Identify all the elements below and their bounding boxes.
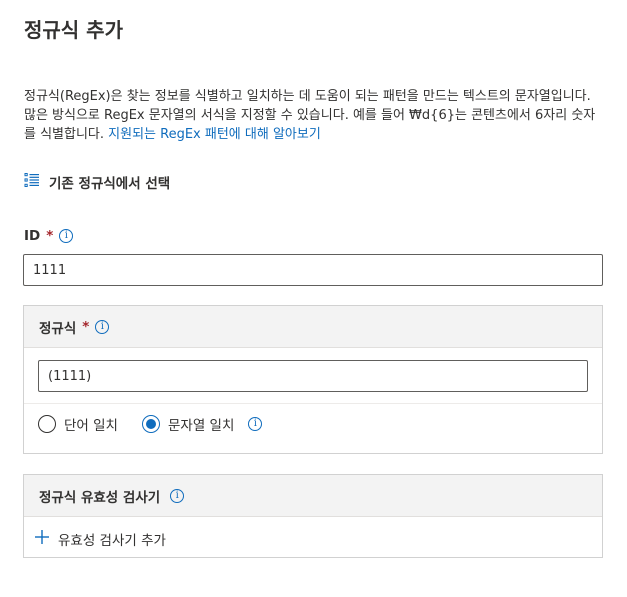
id-label-text: ID bbox=[24, 228, 41, 244]
description: 정규식(RegEx)은 찾는 정보를 식별하고 일치하는 데 도움이 되는 패턴… bbox=[24, 87, 604, 144]
add-validator-label: 유효성 검사기 추가 bbox=[58, 533, 166, 549]
info-icon[interactable]: i bbox=[170, 488, 185, 503]
info-icon[interactable]: i bbox=[59, 229, 74, 243]
word-match-label: 단어 일치 bbox=[64, 418, 118, 434]
page-title: 정규식 추가 bbox=[24, 18, 123, 42]
add-validator-button[interactable]: 유효성 검사기 추가 bbox=[34, 529, 166, 549]
string-match-label: 문자열 일치 bbox=[167, 418, 235, 434]
info-icon[interactable]: i bbox=[95, 319, 110, 334]
regex-panel-header: 정규식 * i bbox=[24, 306, 602, 348]
divider bbox=[24, 403, 602, 404]
validator-label: 정규식 유효성 검사기 bbox=[39, 489, 161, 506]
learn-more-link[interactable]: 지원되는 RegEx 패턴에 대해 알아보기 bbox=[108, 127, 321, 142]
id-input[interactable]: 1111 bbox=[23, 254, 603, 286]
select-existing-label: 기존 정규식에서 선택 bbox=[49, 176, 171, 192]
radio-unchecked-icon[interactable] bbox=[38, 415, 56, 433]
plus-icon bbox=[34, 529, 50, 549]
required-mark: * bbox=[82, 318, 90, 335]
regex-panel: 정규식 * i (1111) 단어 일치 문자열 일치 i bbox=[23, 305, 603, 454]
regex-input[interactable]: (1111) bbox=[38, 360, 588, 392]
required-mark: * bbox=[46, 228, 54, 244]
validator-panel-header: 정규식 유효성 검사기 i bbox=[24, 475, 602, 517]
word-match-radio[interactable]: 단어 일치 bbox=[38, 414, 118, 434]
match-type-radio-group: 단어 일치 문자열 일치 i bbox=[38, 414, 263, 434]
regex-label: 정규식 bbox=[39, 320, 77, 337]
validator-panel: 정규식 유효성 검사기 i 유효성 검사기 추가 bbox=[23, 474, 603, 558]
radio-checked-icon[interactable] bbox=[141, 415, 160, 433]
string-match-radio[interactable]: 문자열 일치 i bbox=[141, 414, 263, 434]
select-existing-regex-button[interactable]: 기존 정규식에서 선택 bbox=[24, 172, 170, 192]
list-icon bbox=[24, 172, 40, 192]
info-icon[interactable]: i bbox=[248, 417, 263, 431]
id-field-label: ID * i bbox=[24, 228, 74, 244]
